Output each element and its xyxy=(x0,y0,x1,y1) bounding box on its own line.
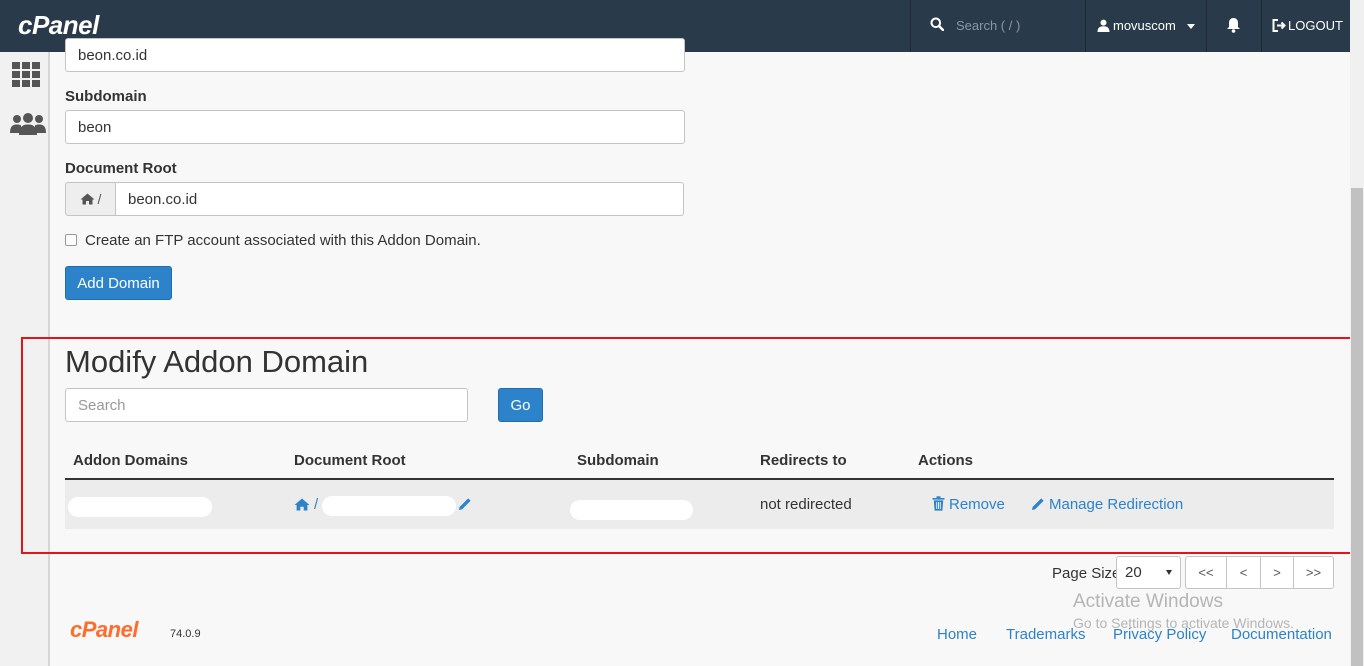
footer-link-home[interactable]: Home xyxy=(937,626,977,643)
cpanel-logo[interactable]: cPanel xyxy=(18,10,99,41)
windows-activation-hint: Go to Settings to activate Windows. xyxy=(1073,615,1294,631)
subdomain-label: Subdomain xyxy=(65,88,147,105)
new-domain-value: beon.co.id xyxy=(78,46,148,64)
col-header-addon-domains[interactable]: Addon Domains xyxy=(73,452,188,469)
user-menu[interactable]: movuscom xyxy=(1086,0,1206,52)
redacted-subdomain xyxy=(570,500,693,520)
search-icon xyxy=(930,17,944,31)
col-header-actions: Actions xyxy=(918,452,974,469)
redacted-addon-domain xyxy=(68,497,212,517)
redacted-document-root xyxy=(322,496,456,516)
global-search[interactable]: Search ( / ) xyxy=(911,0,1085,52)
remove-link[interactable]: Remove xyxy=(949,496,1005,513)
table-row: / not redirected Remove Manage Redirecti… xyxy=(65,480,1334,529)
notifications-button[interactable] xyxy=(1207,0,1261,52)
home-icon xyxy=(80,193,95,205)
document-root-prefix: / xyxy=(65,182,116,216)
logout-icon xyxy=(1272,19,1286,32)
windows-activation-watermark: Activate Windows xyxy=(1073,591,1223,612)
home-icon[interactable] xyxy=(294,498,310,511)
global-search-placeholder[interactable]: Search ( / ) xyxy=(956,18,1020,33)
pencil-icon[interactable] xyxy=(1031,497,1045,511)
col-header-document-root[interactable]: Document Root xyxy=(294,452,406,469)
col-header-subdomain[interactable]: Subdomain xyxy=(577,452,659,469)
ftp-account-label[interactable]: Create an FTP account associated with th… xyxy=(85,232,481,249)
chevron-down-icon xyxy=(1187,24,1195,29)
document-root-prefix-slash: / xyxy=(97,191,102,207)
page-size-value: 20 xyxy=(1125,564,1142,581)
logout-button[interactable]: LOGOUT xyxy=(1262,0,1350,52)
logout-label: LOGOUT xyxy=(1288,18,1343,33)
next-page-button[interactable]: > xyxy=(1260,556,1294,589)
manage-redirection-link[interactable]: Manage Redirection xyxy=(1049,496,1183,513)
go-button[interactable]: Go xyxy=(498,388,543,422)
page-size-select[interactable]: 20 xyxy=(1116,556,1181,589)
prev-page-button[interactable]: < xyxy=(1226,556,1261,589)
modify-section-title: Modify Addon Domain xyxy=(65,344,369,379)
col-header-redirects-to[interactable]: Redirects to xyxy=(760,452,847,469)
subdomain-value: beon xyxy=(78,118,112,136)
user-icon xyxy=(1097,19,1110,32)
subdomain-input[interactable]: beon xyxy=(65,110,685,144)
last-page-button[interactable]: >> xyxy=(1293,556,1334,589)
docroot-prefix-slash: / xyxy=(314,496,319,513)
redirect-status: not redirected xyxy=(760,496,852,513)
document-root-value: beon.co.id xyxy=(128,190,198,208)
addon-search-input[interactable]: Search xyxy=(65,388,468,422)
bell-icon xyxy=(1227,18,1240,33)
users-icon[interactable] xyxy=(10,112,46,136)
chevron-down-icon xyxy=(1166,570,1172,575)
scrollbar-thumb[interactable] xyxy=(1351,188,1363,666)
ftp-account-checkbox[interactable] xyxy=(65,234,77,246)
document-root-label: Document Root xyxy=(65,160,177,177)
username: movuscom xyxy=(1113,18,1176,33)
page-size-label: Page Size xyxy=(1052,565,1121,582)
grid-icon[interactable] xyxy=(10,62,42,88)
new-domain-input[interactable]: beon.co.id xyxy=(65,38,685,72)
footer-version: 74.0.9 xyxy=(170,628,201,640)
addon-search-placeholder: Search xyxy=(78,396,126,414)
footer-cpanel-logo[interactable]: cPanel xyxy=(70,617,138,643)
trash-icon[interactable] xyxy=(932,496,945,511)
pencil-icon[interactable] xyxy=(458,497,472,511)
document-root-input[interactable]: beon.co.id xyxy=(115,182,684,216)
first-page-button[interactable]: << xyxy=(1185,556,1227,589)
add-domain-button[interactable]: Add Domain xyxy=(65,266,172,300)
